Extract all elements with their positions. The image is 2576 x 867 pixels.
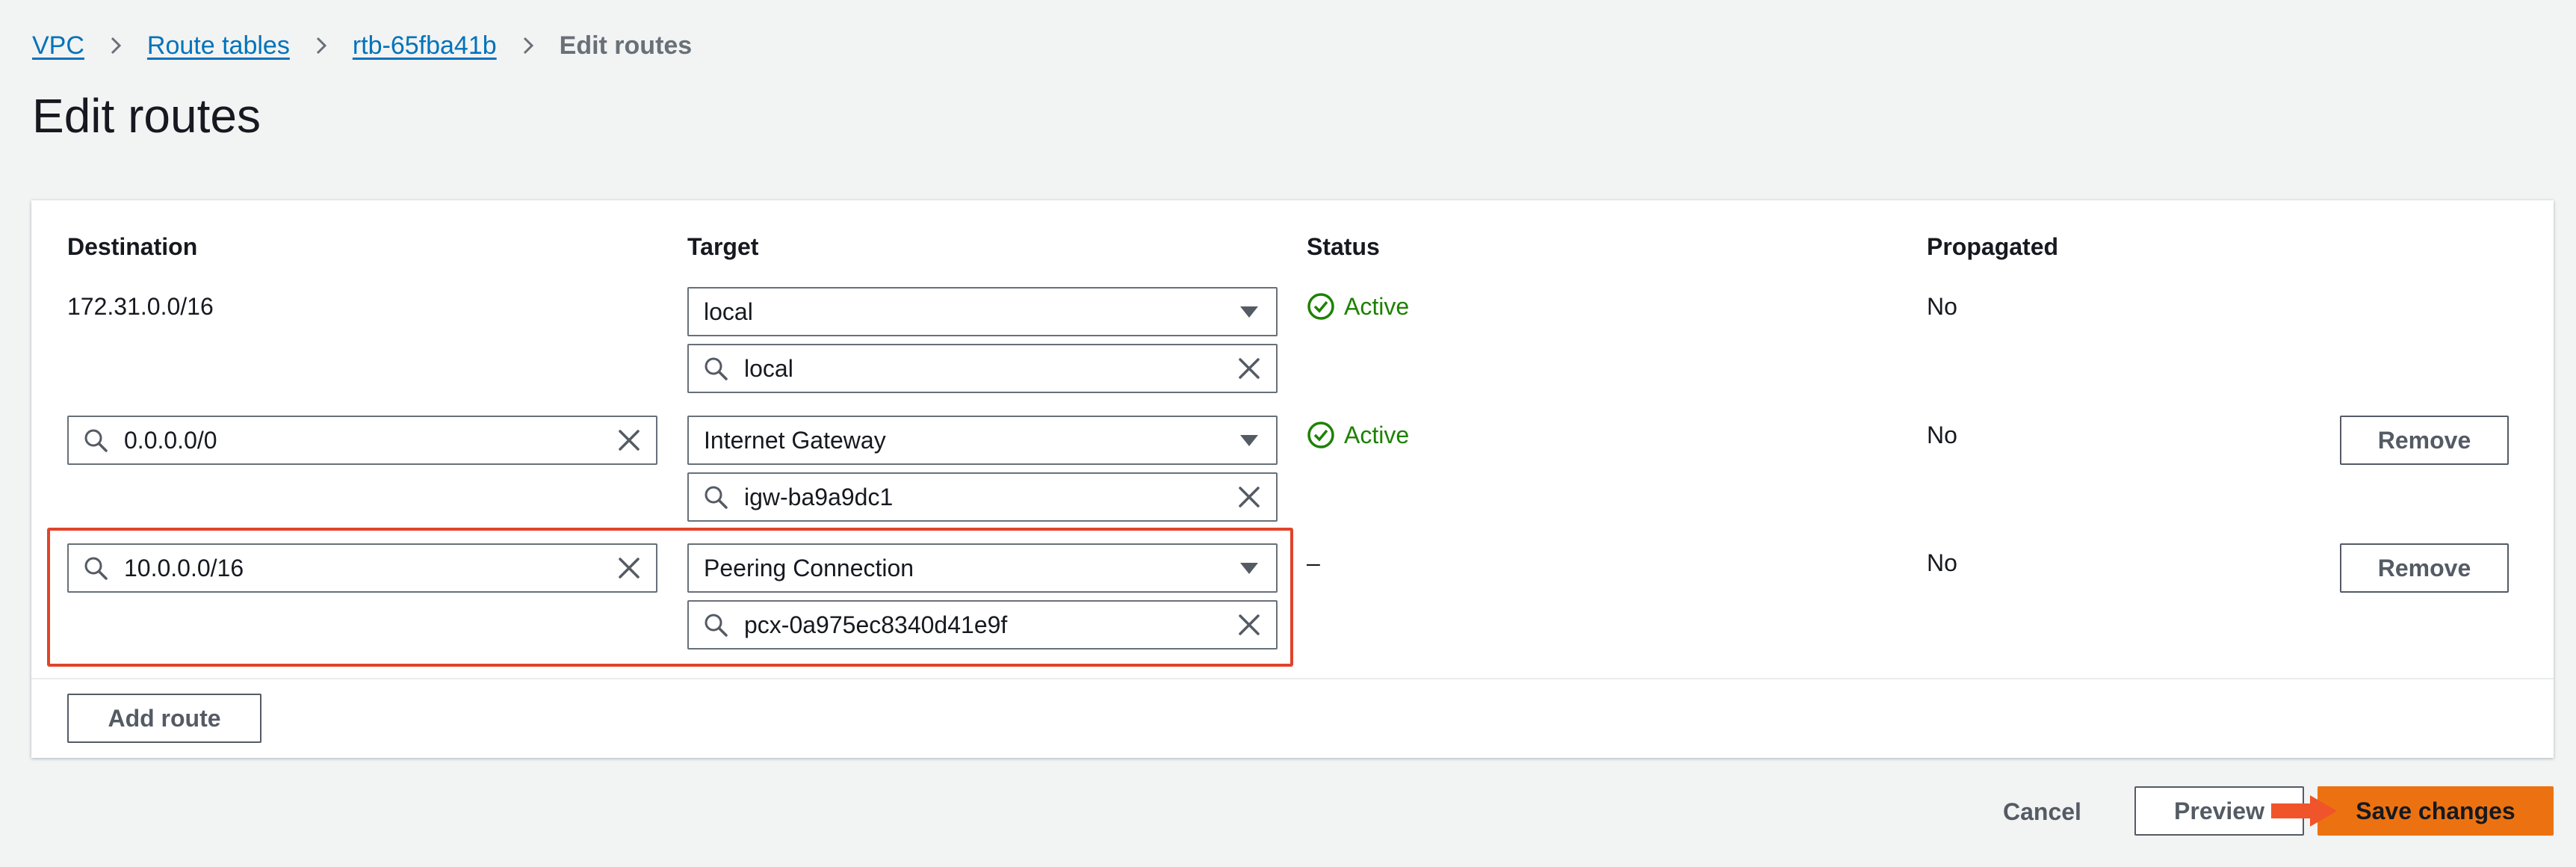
column-header-target: Target	[687, 233, 759, 260]
arrow-right-icon	[2271, 795, 2337, 827]
divider	[31, 678, 2554, 679]
search-icon	[705, 486, 728, 509]
column-header-propagated: Propagated	[1927, 233, 2059, 260]
route-2-target-type-select[interactable]: Internet Gateway	[687, 416, 1278, 465]
breadcrumb-route-table-id[interactable]: rtb-65fba41b	[353, 31, 497, 61]
clear-icon[interactable]	[1236, 484, 1263, 510]
routes-panel	[31, 200, 2554, 758]
chevron-right-icon	[111, 37, 122, 55]
highlight-box	[47, 528, 1293, 667]
save-changes-button[interactable]: Save changes	[2318, 786, 2554, 836]
column-header-status: Status	[1307, 233, 1380, 260]
breadcrumb-vpc[interactable]: VPC	[32, 31, 84, 61]
cancel-button[interactable]: Cancel	[2003, 798, 2081, 826]
column-header-destination: Destination	[67, 233, 198, 260]
route-3-propagated: No	[1927, 549, 1957, 576]
route-2-remove-button[interactable]: Remove	[2340, 416, 2509, 465]
route-2-target-type-value: Internet Gateway	[704, 426, 886, 454]
route-2-destination-input[interactable]: 0.0.0.0/0	[67, 416, 657, 465]
route-3-remove-button[interactable]: Remove	[2340, 543, 2509, 593]
caret-down-icon	[1240, 306, 1258, 318]
breadcrumb-current: Edit routes	[559, 31, 693, 60]
clear-icon[interactable]	[616, 427, 643, 454]
breadcrumb: VPC Route tables rtb-65fba41b Edit route…	[32, 28, 692, 63]
chevron-right-icon	[523, 37, 533, 55]
page-title: Edit routes	[32, 89, 261, 143]
route-2-destination-value: 0.0.0.0/0	[124, 426, 217, 454]
route-1-target-type-value: local	[704, 297, 753, 325]
search-icon	[705, 357, 728, 380]
route-2-propagated: No	[1927, 422, 1957, 448]
route-1-target-search-value: local	[744, 354, 793, 382]
caret-down-icon	[1240, 435, 1258, 446]
route-1-target-type-select[interactable]: local	[687, 287, 1278, 336]
route-2-target-search-input[interactable]: igw-ba9a9dc1	[687, 472, 1278, 522]
breadcrumb-route-tables[interactable]: Route tables	[147, 31, 290, 61]
check-circle-icon	[1307, 293, 1334, 320]
route-1-status: Active	[1307, 292, 1409, 321]
check-circle-icon	[1307, 422, 1334, 448]
route-2-status-label: Active	[1344, 421, 1410, 448]
route-1-destination: 172.31.0.0/16	[67, 293, 214, 320]
route-3-status: –	[1307, 549, 1320, 576]
route-1-status-label: Active	[1344, 292, 1410, 320]
route-1-propagated: No	[1927, 293, 1957, 320]
chevron-right-icon	[316, 37, 326, 55]
route-2-target-search-value: igw-ba9a9dc1	[744, 483, 894, 510]
route-1-target-search-input[interactable]: local	[687, 344, 1278, 393]
add-route-button[interactable]: Add route	[67, 694, 261, 743]
clear-icon[interactable]	[1236, 355, 1263, 382]
search-icon	[84, 429, 108, 452]
route-2-status: Active	[1307, 421, 1409, 449]
